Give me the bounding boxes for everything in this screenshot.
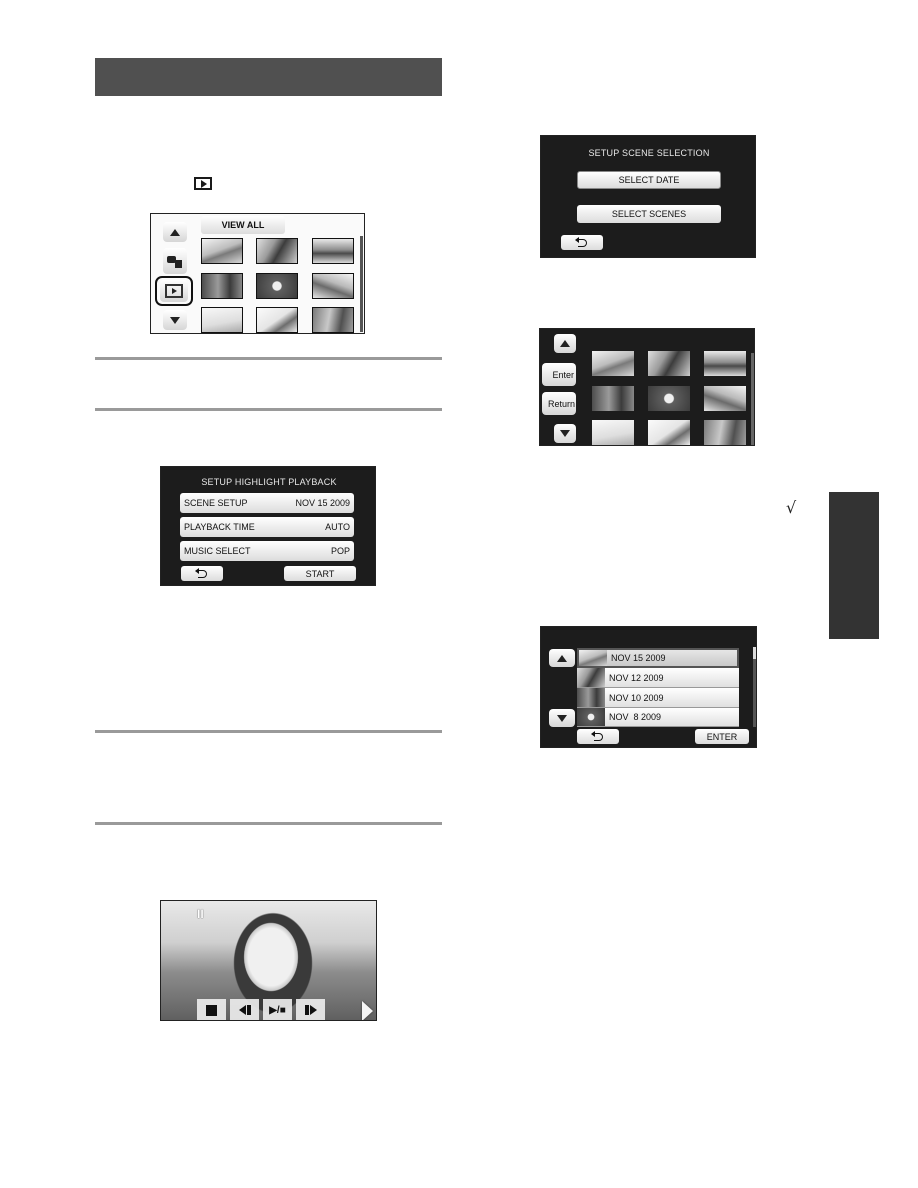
play-mode-icon bbox=[194, 177, 212, 190]
highlight-setup-screen: SETUP HIGHLIGHT PLAYBACK SCENE SETUP NOV… bbox=[160, 466, 376, 586]
stop-icon bbox=[206, 1004, 217, 1016]
thumbnail[interactable] bbox=[256, 273, 298, 299]
music-select-row[interactable]: MUSIC SELECT POP bbox=[180, 541, 354, 561]
video-photo-mode-icon bbox=[167, 254, 183, 268]
thumbnail[interactable] bbox=[312, 238, 354, 264]
play-icon bbox=[165, 284, 183, 298]
screen-title: SETUP HIGHLIGHT PLAYBACK bbox=[201, 477, 337, 487]
date-list-item[interactable]: NOV 12 2009 bbox=[577, 668, 739, 688]
scrollbar[interactable] bbox=[753, 647, 756, 727]
row-label: MUSIC SELECT bbox=[184, 546, 251, 556]
enter-button[interactable]: ENTER bbox=[695, 729, 749, 744]
back-arrow-icon bbox=[195, 568, 209, 578]
back-arrow-icon bbox=[575, 237, 589, 247]
next-page-button[interactable] bbox=[362, 1001, 376, 1020]
select-scenes-screen: Enter Return bbox=[539, 328, 755, 446]
thumbnail[interactable] bbox=[648, 351, 690, 376]
return-button[interactable]: Return bbox=[542, 392, 576, 415]
date-label: NOV 10 2009 bbox=[609, 692, 664, 703]
thumbnail[interactable] bbox=[592, 420, 634, 445]
back-button[interactable] bbox=[181, 566, 223, 581]
thumbnail[interactable] bbox=[648, 420, 690, 445]
scroll-up-button[interactable] bbox=[163, 222, 187, 242]
row-label: PLAYBACK TIME bbox=[184, 522, 255, 532]
skip-back-button[interactable] bbox=[230, 999, 259, 1020]
scene-selection-screen: SETUP SCENE SELECTION SELECT DATE SELECT… bbox=[540, 135, 756, 258]
down-arrow-icon bbox=[170, 316, 180, 324]
thumbnail[interactable] bbox=[256, 238, 298, 264]
start-button[interactable]: START bbox=[284, 566, 356, 581]
scroll-up-button[interactable] bbox=[549, 649, 575, 667]
pause-indicator: II bbox=[197, 907, 204, 921]
skip-forward-button[interactable] bbox=[296, 999, 325, 1020]
row-value: POP bbox=[330, 546, 350, 556]
thumbnail[interactable] bbox=[312, 307, 354, 333]
select-date-button[interactable]: SELECT DATE bbox=[577, 171, 721, 189]
divider bbox=[95, 730, 442, 733]
view-all-screen: VIEW ALL bbox=[150, 213, 365, 334]
mode-switch-button[interactable] bbox=[163, 248, 187, 274]
date-thumbnail bbox=[579, 650, 607, 666]
playback-time-row[interactable]: PLAYBACK TIME AUTO bbox=[180, 517, 354, 537]
scroll-thumb[interactable] bbox=[753, 647, 756, 659]
thumbnail[interactable] bbox=[704, 351, 746, 376]
date-label: NOV 8 2009 bbox=[609, 712, 662, 722]
back-button[interactable] bbox=[577, 729, 619, 744]
up-arrow-icon bbox=[170, 228, 180, 236]
thumbnail[interactable] bbox=[201, 273, 243, 299]
chapter-side-tab bbox=[829, 492, 879, 639]
scrollbar[interactable] bbox=[360, 236, 363, 332]
scroll-down-button[interactable] bbox=[554, 424, 576, 443]
back-button[interactable] bbox=[561, 235, 603, 250]
skip-back-icon bbox=[238, 1005, 251, 1015]
thumbnail[interactable] bbox=[648, 386, 690, 411]
next-arrow-icon bbox=[362, 1001, 376, 1020]
down-arrow-icon bbox=[557, 714, 567, 722]
row-value: AUTO bbox=[325, 522, 350, 532]
scroll-down-button[interactable] bbox=[549, 709, 575, 727]
divider bbox=[95, 822, 442, 825]
date-label: NOV 12 2009 bbox=[609, 672, 664, 683]
date-thumbnail bbox=[577, 668, 605, 687]
date-list-item[interactable]: NOV 15 2009 bbox=[577, 648, 739, 668]
thumbnail[interactable] bbox=[312, 273, 354, 299]
date-list-item[interactable]: NOV 8 2009 bbox=[577, 708, 739, 727]
thumbnail[interactable] bbox=[704, 420, 746, 445]
play-mode-button[interactable] bbox=[160, 280, 188, 302]
playback-screen: II ▶/■ bbox=[160, 900, 377, 1021]
tab-view-all[interactable]: VIEW ALL bbox=[201, 216, 285, 234]
thumbnail[interactable] bbox=[704, 386, 746, 411]
date-list-item[interactable]: NOV 10 2009 bbox=[577, 688, 739, 708]
scroll-up-button[interactable] bbox=[554, 334, 576, 353]
screen-title: SETUP SCENE SELECTION bbox=[588, 148, 710, 158]
up-arrow-icon bbox=[557, 654, 567, 662]
thumbnail[interactable] bbox=[256, 307, 298, 333]
up-arrow-icon bbox=[560, 340, 570, 347]
checkmark-symbol: √ bbox=[786, 498, 797, 517]
divider bbox=[95, 408, 442, 411]
scrollbar[interactable] bbox=[751, 353, 754, 445]
divider bbox=[95, 357, 442, 360]
thumbnail[interactable] bbox=[592, 386, 634, 411]
row-value: NOV 15 2009 bbox=[295, 498, 350, 508]
thumbnail[interactable] bbox=[592, 351, 634, 376]
stop-button[interactable] bbox=[197, 999, 226, 1020]
date-label: NOV 15 2009 bbox=[611, 653, 666, 663]
enter-button[interactable]: Enter bbox=[542, 363, 576, 386]
down-arrow-icon bbox=[560, 430, 570, 437]
row-label: SCENE SETUP bbox=[184, 498, 248, 508]
date-thumbnail bbox=[577, 688, 605, 707]
select-date-screen: NOV 15 2009 NOV 12 2009 NOV 10 2009 NOV … bbox=[540, 626, 757, 748]
scroll-down-button[interactable] bbox=[163, 310, 187, 330]
skip-forward-icon bbox=[304, 1005, 317, 1015]
back-arrow-icon bbox=[591, 731, 605, 741]
select-scenes-button[interactable]: SELECT SCENES bbox=[577, 205, 721, 223]
scene-setup-row[interactable]: SCENE SETUP NOV 15 2009 bbox=[180, 493, 354, 513]
thumbnail[interactable] bbox=[201, 307, 243, 333]
thumbnail[interactable] bbox=[201, 238, 243, 264]
section-header-bar bbox=[95, 58, 442, 96]
play-pause-button[interactable]: ▶/■ bbox=[263, 999, 292, 1020]
date-thumbnail bbox=[577, 708, 605, 726]
